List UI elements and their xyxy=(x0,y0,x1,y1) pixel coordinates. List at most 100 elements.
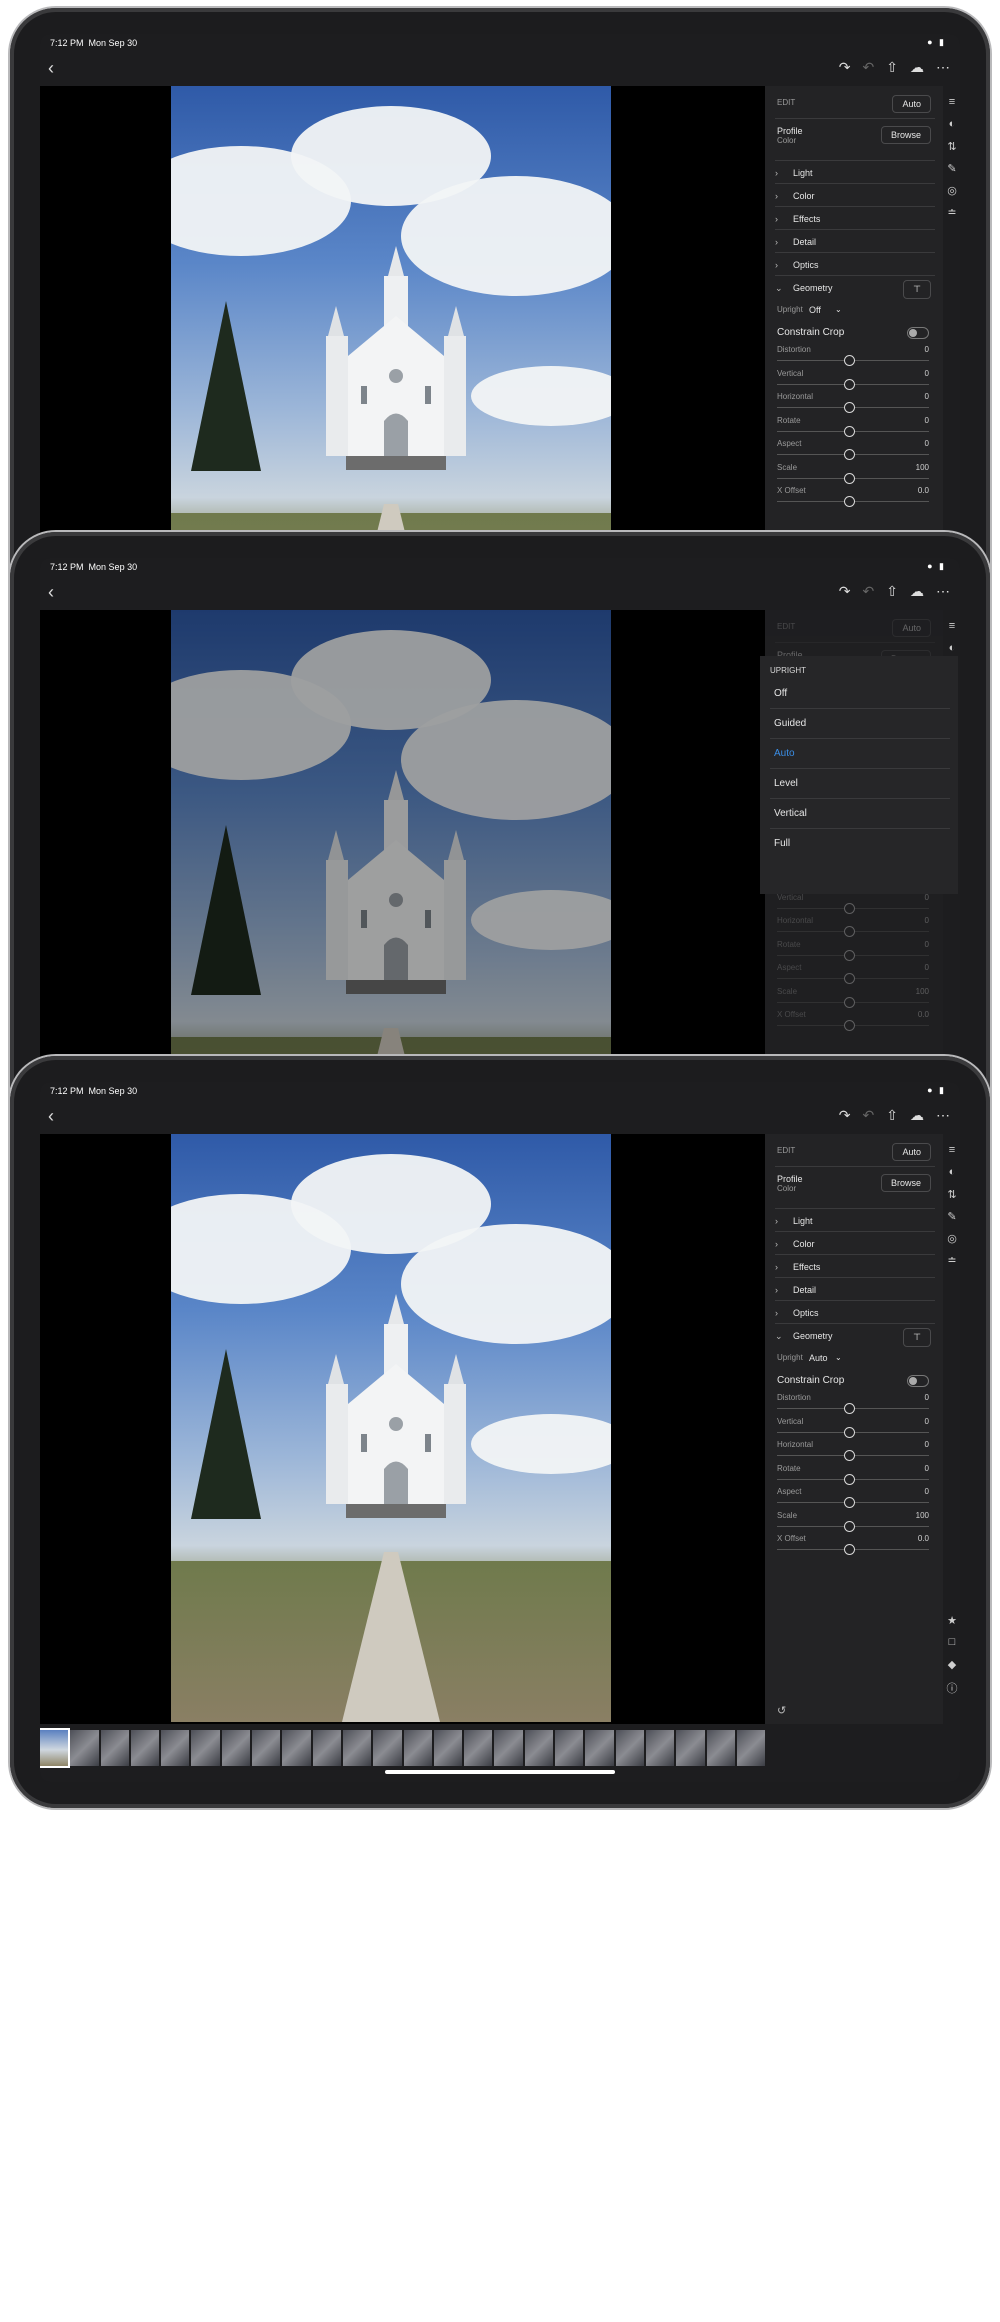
slider-distortion[interactable]: Distortion 0 xyxy=(765,345,943,369)
upright-value[interactable]: Auto xyxy=(809,1353,828,1363)
section-optics[interactable]: › Optics xyxy=(765,260,943,280)
back-chevron-icon[interactable]: ‹ xyxy=(48,58,54,79)
slider-handle[interactable] xyxy=(844,402,855,413)
crop-icon[interactable]: ⇅ xyxy=(945,140,959,153)
filmstrip-thumb[interactable] xyxy=(70,1730,99,1766)
redo-icon[interactable]: ↷ xyxy=(839,583,851,600)
slider-aspect[interactable]: Aspect 0 xyxy=(765,439,943,463)
filmstrip-thumb[interactable] xyxy=(645,1730,675,1766)
upright-option-vertical[interactable]: Vertical xyxy=(774,808,807,819)
filmstrip-thumb[interactable] xyxy=(40,1728,71,1768)
slider-horizontal[interactable]: Horizontal 0 xyxy=(765,1440,943,1464)
upright-row[interactable]: Upright Auto ⌄ xyxy=(765,1353,943,1373)
slider-x-offset[interactable]: X Offset 0.0 xyxy=(765,486,943,510)
cloud-sync-icon[interactable]: ☁ xyxy=(910,583,924,600)
filmstrip-thumb[interactable] xyxy=(342,1730,372,1766)
slider-handle[interactable] xyxy=(844,355,855,366)
slider-handle[interactable] xyxy=(844,1450,855,1461)
versions-icon[interactable]: ≐ xyxy=(945,1254,959,1267)
back-chevron-icon[interactable]: ‹ xyxy=(48,1106,54,1127)
comment-icon[interactable]: □ xyxy=(945,1636,959,1648)
filmstrip-thumb[interactable] xyxy=(615,1730,644,1766)
slider-handle[interactable] xyxy=(844,1497,855,1508)
more-icon[interactable]: ⋯ xyxy=(936,1107,950,1124)
masking-icon[interactable]: ◎ xyxy=(945,1232,959,1245)
crop-icon[interactable]: ⇅ xyxy=(945,1188,959,1201)
healing-brush-icon[interactable]: ✎ xyxy=(945,162,959,175)
constrain-crop-toggle[interactable] xyxy=(907,1375,929,1387)
filmstrip-thumb[interactable] xyxy=(191,1730,220,1766)
constrain-crop-toggle[interactable] xyxy=(907,327,929,339)
cloud-sync-icon[interactable]: ☁ xyxy=(910,59,924,76)
slider-handle[interactable] xyxy=(844,973,855,984)
filmstrip-thumb[interactable] xyxy=(555,1730,584,1766)
slider-aspect[interactable]: Aspect 0 xyxy=(765,1487,943,1511)
redo-icon[interactable]: ↷ xyxy=(839,1107,851,1124)
guided-upright-icon[interactable]: ⊤ xyxy=(903,280,931,299)
section-effects[interactable]: › Effects xyxy=(765,214,943,234)
slider-handle[interactable] xyxy=(844,472,855,484)
slider-aspect[interactable]: Aspect 0 xyxy=(765,963,943,987)
filmstrip-thumb[interactable] xyxy=(676,1730,705,1766)
upright-value[interactable]: Off xyxy=(809,305,821,315)
slider-handle[interactable] xyxy=(844,1520,855,1532)
section-optics[interactable]: › Optics xyxy=(765,1308,943,1328)
slider-handle[interactable] xyxy=(844,926,855,937)
filmstrip-thumb[interactable] xyxy=(524,1730,554,1766)
slider-x-offset[interactable]: X Offset 0.0 xyxy=(765,1010,943,1034)
reset-icon[interactable]: ↺ xyxy=(777,1704,786,1717)
slider-handle[interactable] xyxy=(844,1473,855,1485)
presets-icon[interactable]: ◐ xyxy=(945,642,959,654)
slider-handle[interactable] xyxy=(844,1544,855,1555)
upright-row[interactable]: Upright Off ⌄ xyxy=(765,305,943,325)
section-detail[interactable]: › Detail xyxy=(765,237,943,257)
filmstrip-thumb[interactable] xyxy=(585,1730,614,1766)
filmstrip-thumb[interactable] xyxy=(433,1730,463,1766)
section-color[interactable]: › Color xyxy=(765,1239,943,1259)
slider-scale[interactable]: Scale 100 xyxy=(765,463,943,487)
slider-handle[interactable] xyxy=(844,378,855,390)
filmstrip-thumb[interactable] xyxy=(464,1730,493,1766)
slider-scale[interactable]: Scale 100 xyxy=(765,1511,943,1535)
slider-handle[interactable] xyxy=(844,449,855,460)
slider-horizontal[interactable]: Horizontal 0 xyxy=(765,916,943,940)
filmstrip-thumb[interactable] xyxy=(403,1730,432,1766)
filmstrip-thumb[interactable] xyxy=(373,1730,402,1766)
slider-x-offset[interactable]: X Offset 0.0 xyxy=(765,1534,943,1558)
upright-option-full[interactable]: Full xyxy=(774,838,790,849)
section-effects[interactable]: › Effects xyxy=(765,1262,943,1282)
filmstrip-thumb[interactable] xyxy=(282,1730,311,1766)
redo-icon[interactable]: ↷ xyxy=(839,59,851,76)
versions-icon[interactable]: ≐ xyxy=(945,206,959,219)
share-icon[interactable]: ⇧ xyxy=(886,1107,898,1124)
slider-handle[interactable] xyxy=(844,425,855,437)
presets-icon[interactable]: ◐ xyxy=(945,118,959,130)
back-chevron-icon[interactable]: ‹ xyxy=(48,582,54,603)
slider-horizontal[interactable]: Horizontal 0 xyxy=(765,392,943,416)
filmstrip-thumb[interactable] xyxy=(494,1730,523,1766)
upright-option-auto[interactable]: Auto xyxy=(774,748,795,759)
filmstrip-thumb[interactable] xyxy=(221,1730,251,1766)
share-icon[interactable]: ⇧ xyxy=(886,59,898,76)
healing-brush-icon[interactable]: ✎ xyxy=(945,1210,959,1223)
section-geometry[interactable]: ⌄ Geometry ⊤ xyxy=(765,280,943,303)
auto-button[interactable]: Auto xyxy=(892,1143,931,1161)
adjust-sliders-icon[interactable]: ≡ xyxy=(945,1144,959,1156)
filmstrip-thumb[interactable] xyxy=(130,1730,160,1766)
slider-handle[interactable] xyxy=(844,1020,855,1031)
upright-option-off[interactable]: Off xyxy=(774,688,787,699)
slider-rotate[interactable]: Rotate 0 xyxy=(765,940,943,964)
slider-vertical[interactable]: Vertical 0 xyxy=(765,1417,943,1441)
slider-handle[interactable] xyxy=(844,1426,855,1438)
auto-button[interactable]: Auto xyxy=(892,619,931,637)
filmstrip[interactable] xyxy=(40,1728,766,1768)
upright-option-level[interactable]: Level xyxy=(774,778,798,789)
slider-handle[interactable] xyxy=(844,902,855,914)
church-photo[interactable] xyxy=(171,1134,611,1722)
section-light[interactable]: › Light xyxy=(765,1216,943,1236)
star-icon[interactable]: ★ xyxy=(945,1614,959,1627)
filmstrip-thumb[interactable] xyxy=(252,1730,281,1766)
adjust-sliders-icon[interactable]: ≡ xyxy=(945,620,959,632)
filmstrip-thumb[interactable] xyxy=(312,1730,341,1766)
filmstrip-thumb[interactable] xyxy=(736,1730,766,1766)
